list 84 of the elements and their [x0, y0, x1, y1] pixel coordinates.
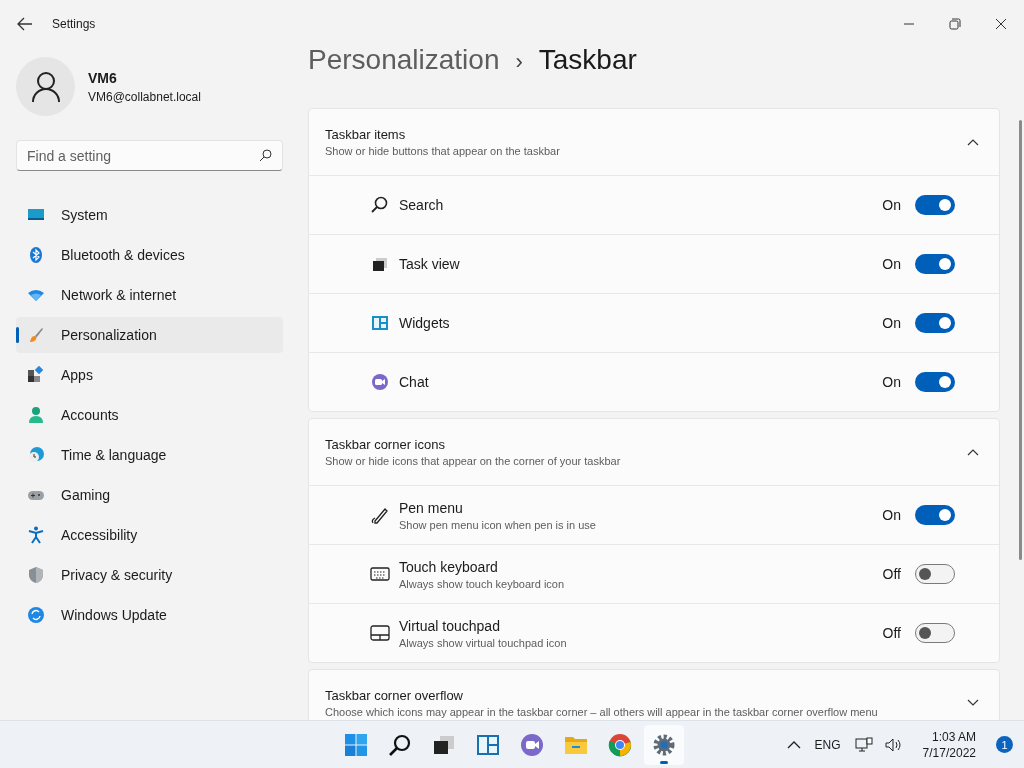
chevron-icon[interactable] [967, 448, 979, 456]
back-icon[interactable] [17, 17, 33, 31]
browser-icon [608, 732, 632, 757]
setting-label: Search [399, 197, 445, 213]
restore-icon[interactable] [949, 18, 961, 30]
toggle-state: On [882, 256, 901, 272]
shield-icon [27, 566, 45, 584]
section-description: Show or hide icons that appear on the corner of your taskbar [325, 455, 622, 467]
search-icon[interactable] [259, 149, 272, 162]
close-icon[interactable] [995, 18, 1007, 30]
setting-label: Task view [399, 256, 461, 272]
nav-item[interactable]: Windows Update [16, 597, 283, 633]
setting-label: Chat [399, 374, 430, 390]
toggle-switch[interactable] [915, 195, 955, 215]
toggle-switch[interactable] [915, 313, 955, 333]
setting-description: Show pen menu icon when pen is in use [399, 518, 597, 531]
breadcrumb-separator: › [515, 49, 523, 75]
start-icon [344, 732, 368, 757]
breadcrumb-link[interactable]: Personalization [308, 44, 500, 76]
chat-icon [370, 373, 390, 391]
nav-item[interactable]: Bluetooth & devices [16, 237, 283, 273]
nav-item[interactable]: System [16, 197, 283, 233]
section-title: Taskbar corner overflow [325, 688, 464, 703]
update-icon [27, 606, 45, 624]
toggle-switch[interactable] [915, 623, 955, 643]
chat-icon [520, 732, 544, 757]
toggle-state: On [882, 197, 901, 213]
apps-icon [27, 366, 45, 384]
chevron-icon[interactable] [967, 138, 979, 146]
widgets-icon [370, 314, 390, 332]
toggle-switch[interactable] [915, 372, 955, 392]
setting-label: Touch keyboard [399, 558, 499, 575]
bluetooth-icon [27, 246, 45, 264]
brush-icon [27, 326, 45, 344]
clock-date[interactable]: 7/17/2022 [922, 745, 976, 760]
page-title: Taskbar [538, 44, 637, 76]
setting-label: Virtual touchpad [399, 617, 501, 634]
toggle-switch[interactable] [915, 254, 955, 274]
nav-item[interactable]: Personalization [16, 317, 283, 353]
nav-item[interactable]: Accounts [16, 397, 283, 433]
chevron-icon[interactable] [967, 699, 979, 707]
user-name: VM6 [88, 69, 118, 86]
toggle-switch[interactable] [915, 564, 955, 584]
user-email: VM6@collabnet.local [88, 89, 201, 104]
language-indicator[interactable]: ENG [814, 737, 841, 752]
nav-item[interactable]: Accessibility [16, 517, 283, 553]
search-icon [388, 732, 412, 757]
search-field[interactable]: Find a setting [16, 140, 283, 171]
widgets-icon [476, 732, 500, 757]
scrollbar[interactable] [1019, 120, 1022, 560]
section-description: Show or hide buttons that appear on the taskbar [325, 145, 561, 157]
toggle-state: Off [882, 566, 901, 582]
pen-icon [370, 506, 390, 524]
accessibility-icon [27, 526, 45, 544]
task-view-icon [370, 255, 390, 273]
toggle-state: On [882, 507, 901, 523]
section-description: Choose which icons may appear in the taskbar corner – all others will appear in the taskbar corner overflow menu [325, 706, 879, 718]
setting-label: Pen menu [399, 499, 464, 516]
nav-item[interactable]: Time & language [16, 437, 283, 473]
caret-icon[interactable] [786, 740, 801, 749]
toggle-state: Off [882, 625, 901, 641]
globe-clock-icon [27, 446, 45, 464]
settings-icon [652, 732, 676, 757]
person-icon [27, 406, 45, 424]
setting-description: Always show touch keyboard icon [399, 577, 566, 590]
toggle-state: On [882, 374, 901, 390]
nav-item[interactable]: Gaming [16, 477, 283, 513]
nav-item[interactable]: Apps [16, 357, 283, 393]
clock-time[interactable]: 1:03 AM [931, 729, 976, 744]
touchpad-icon [370, 624, 390, 642]
section-title: Taskbar items [325, 127, 407, 142]
setting-description: Always show virtual touchpad icon [399, 636, 568, 649]
toggle-state: On [882, 315, 901, 331]
toggle-switch[interactable] [915, 505, 955, 525]
keyboard-icon [370, 565, 390, 583]
nav-item[interactable]: Network & internet [16, 277, 283, 313]
volume-icon[interactable] [884, 736, 903, 753]
search-icon [370, 196, 390, 214]
network-icon[interactable] [854, 736, 873, 753]
nav-item[interactable]: Privacy & security [16, 557, 283, 593]
window-title: Settings [52, 17, 96, 31]
setting-label: Widgets [399, 315, 451, 331]
section-title: Taskbar corner icons [325, 437, 446, 452]
notification-badge[interactable]: 1 [996, 736, 1013, 753]
